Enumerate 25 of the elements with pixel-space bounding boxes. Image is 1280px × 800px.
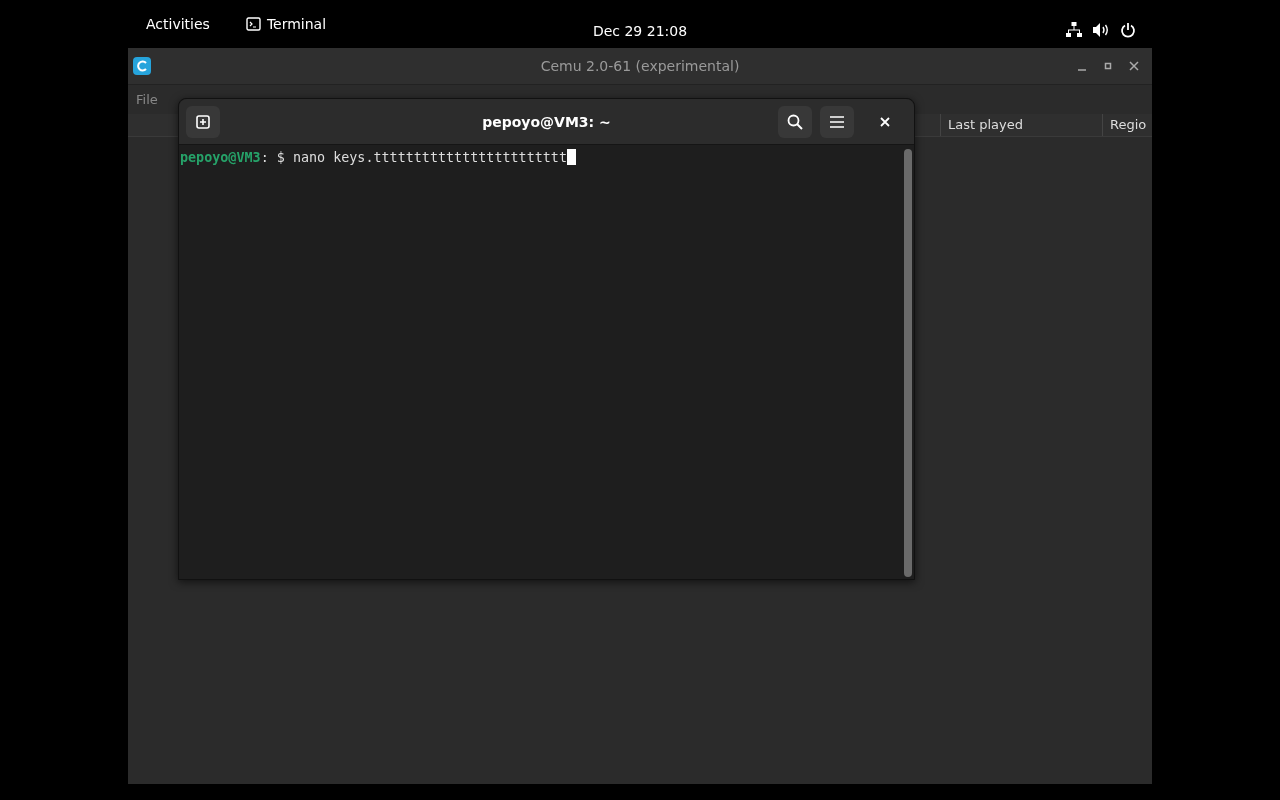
close-icon[interactable] bbox=[1128, 60, 1140, 72]
window-title: pepoyo@VM3: ~ bbox=[482, 113, 611, 130]
terminal-line: pepoyo@VM3: $ nano keys.tttttttttttttttttttttttt bbox=[180, 150, 567, 165]
window-title: Cemu 2.0-61 (experimental) bbox=[540, 58, 740, 74]
maximize-icon[interactable] bbox=[1102, 60, 1114, 72]
app-menu-label[interactable]: Terminal bbox=[266, 16, 327, 32]
column-header[interactable]: Regio bbox=[1102, 114, 1147, 136]
new-tab-button[interactable] bbox=[186, 105, 220, 138]
terminal-icon bbox=[245, 17, 261, 31]
network-icon[interactable] bbox=[1066, 22, 1082, 38]
text-cursor bbox=[567, 149, 576, 165]
search-button[interactable] bbox=[778, 105, 812, 138]
menu-button[interactable] bbox=[820, 105, 854, 138]
power-icon[interactable] bbox=[1120, 22, 1136, 38]
scrollbar[interactable] bbox=[904, 149, 912, 577]
menu-icon bbox=[829, 114, 845, 129]
activities-button[interactable]: Activities bbox=[146, 16, 210, 32]
search-icon bbox=[787, 113, 803, 130]
column-header[interactable]: Last played bbox=[940, 114, 1102, 136]
menu-item[interactable]: File bbox=[136, 91, 158, 107]
volume-icon[interactable] bbox=[1092, 22, 1110, 38]
clock[interactable]: Dec 29 21:08 bbox=[592, 23, 688, 39]
plus-icon bbox=[196, 114, 210, 129]
close-icon bbox=[880, 116, 890, 127]
app-logo-icon bbox=[133, 57, 151, 75]
